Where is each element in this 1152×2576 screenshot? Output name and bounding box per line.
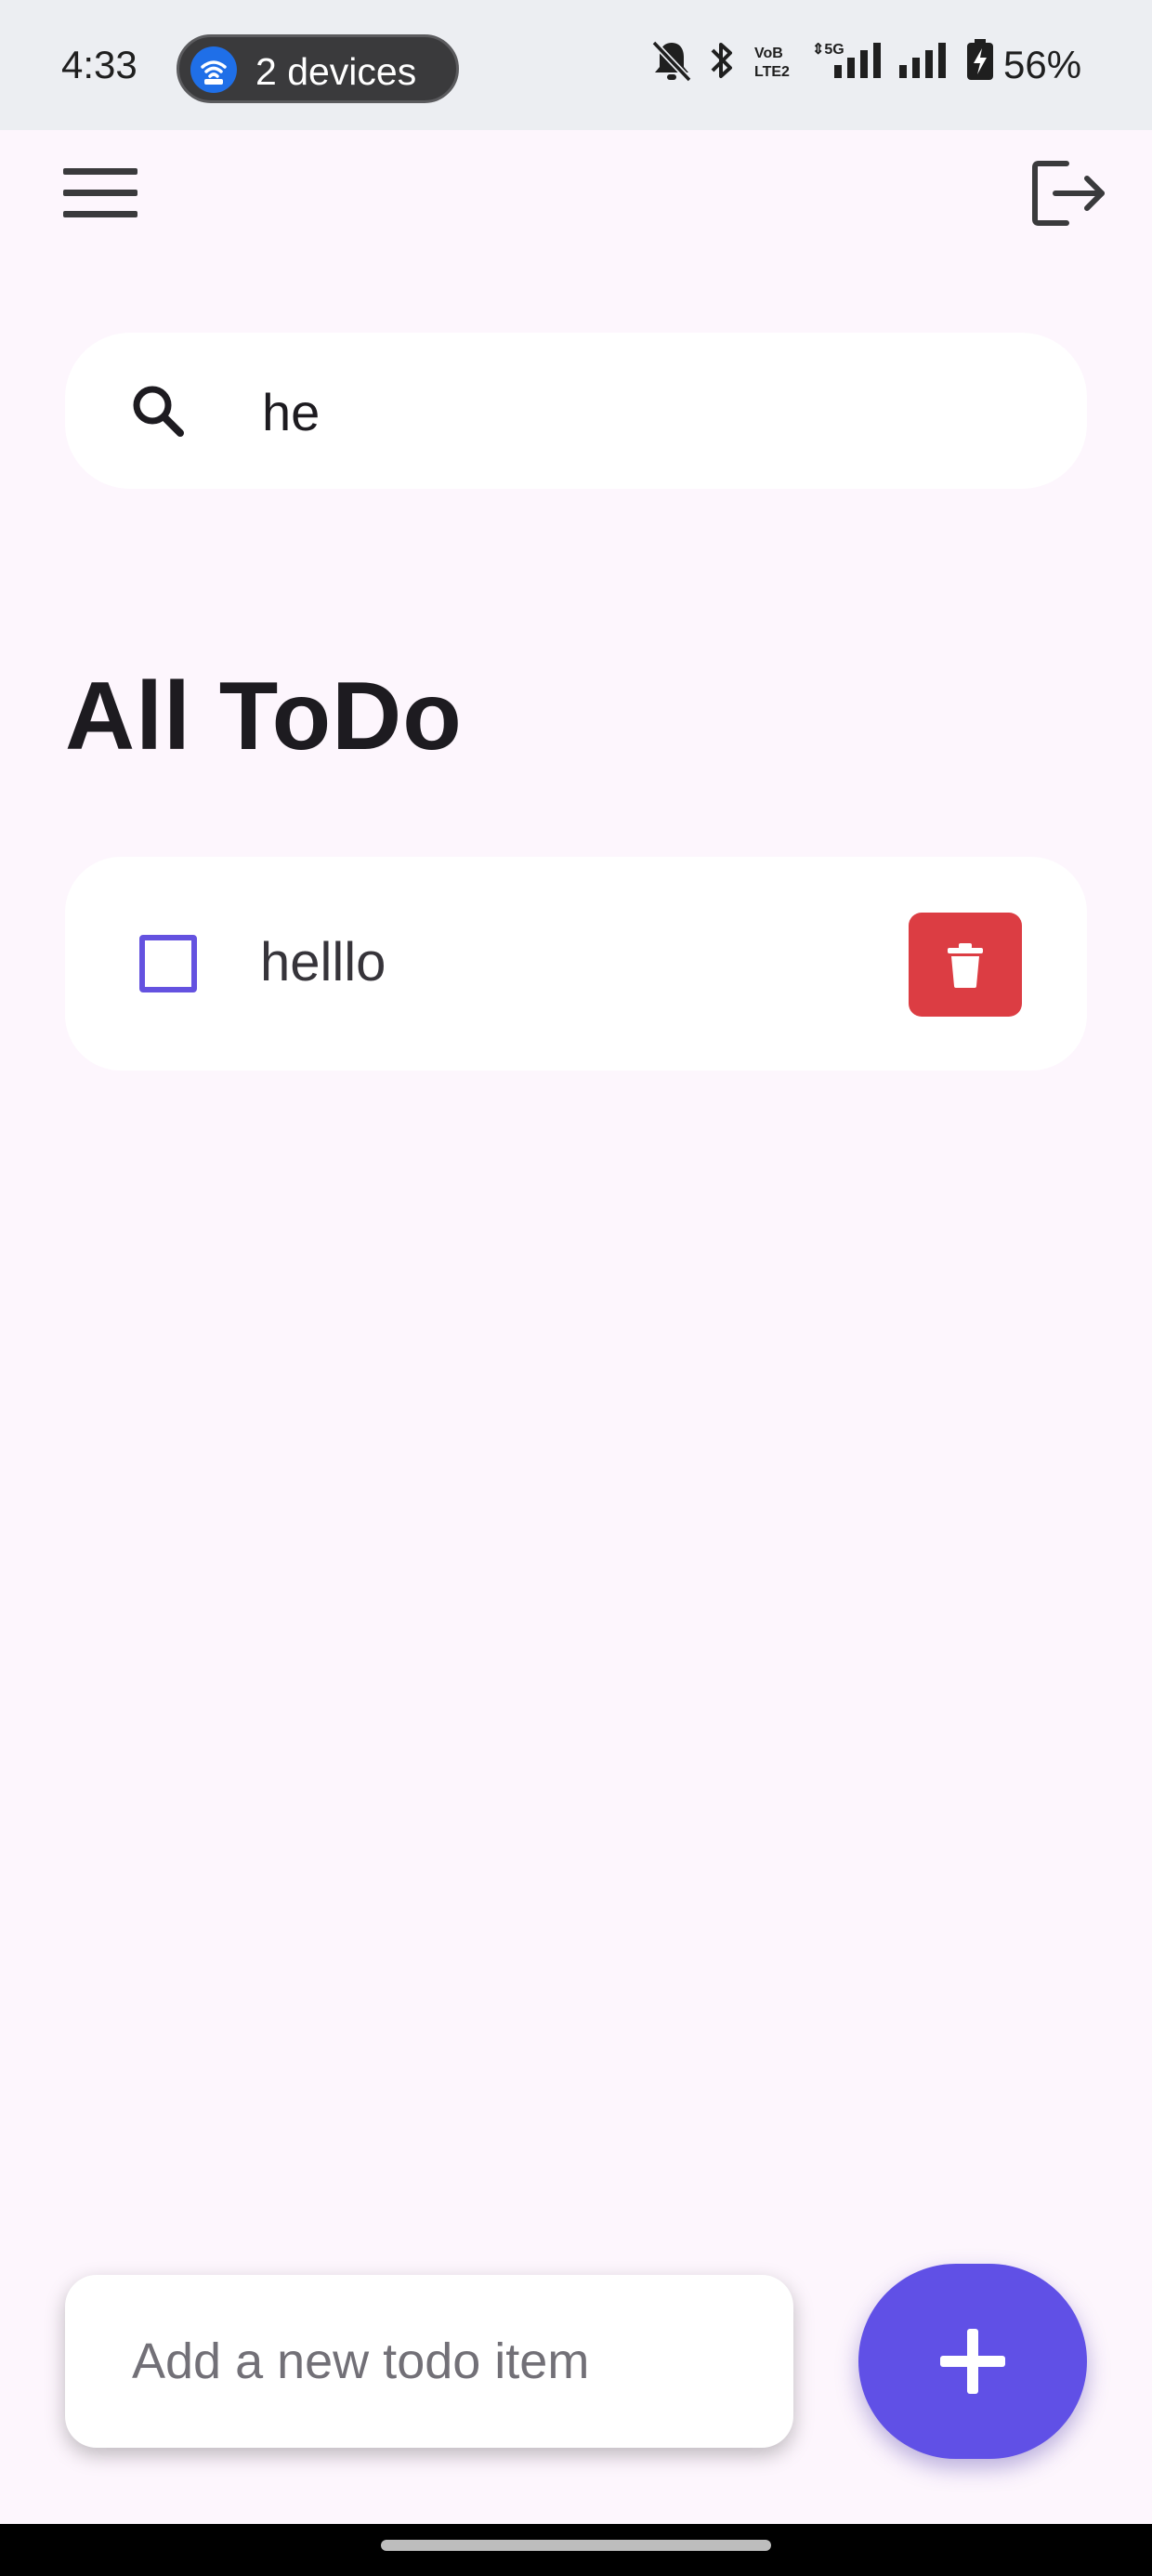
svg-text:VoB: VoB xyxy=(754,46,783,61)
search-input[interactable] xyxy=(195,370,1031,453)
page-title: All ToDo xyxy=(65,663,463,770)
plus-icon xyxy=(940,2329,1005,2394)
status-time: 4:33 xyxy=(61,43,137,86)
todo-item: helllo xyxy=(65,857,1087,1071)
bell-off-icon xyxy=(651,40,692,83)
bluetooth-icon xyxy=(711,43,732,78)
logout-icon xyxy=(1032,161,1105,226)
home-gesture-handle[interactable] xyxy=(381,2540,771,2551)
signal-icon xyxy=(899,43,946,78)
delete-button[interactable] xyxy=(909,913,1022,1017)
signal-5g-icon: ⇕5G xyxy=(812,42,881,78)
add-todo-button[interactable] xyxy=(858,2264,1087,2459)
hotspot-icon xyxy=(190,46,237,93)
todo-text: helllo xyxy=(260,932,386,992)
logout-button[interactable] xyxy=(1029,156,1109,230)
svg-text:LTE2: LTE2 xyxy=(754,64,790,80)
svg-text:⇕5G: ⇕5G xyxy=(812,42,844,58)
hotspot-label: 2 devices xyxy=(255,50,417,93)
hamburger-menu-icon xyxy=(63,168,137,217)
battery-percentage: 56% xyxy=(1003,43,1082,86)
new-todo-input[interactable] xyxy=(65,2275,793,2448)
new-todo-field[interactable] xyxy=(65,2275,793,2448)
search-icon xyxy=(133,386,184,437)
volte-icon: VoB LTE2 xyxy=(754,46,790,80)
status-bar: 4:33 2 devices VoB LTE2 ⇕5G 56% xyxy=(0,0,1152,130)
battery-icon xyxy=(967,39,993,80)
search-bar[interactable] xyxy=(65,333,1087,489)
menu-button[interactable] xyxy=(56,158,145,229)
trash-icon xyxy=(948,943,983,988)
todo-checkbox[interactable] xyxy=(139,935,197,992)
hotspot-indicator[interactable]: 2 devices xyxy=(177,34,459,103)
